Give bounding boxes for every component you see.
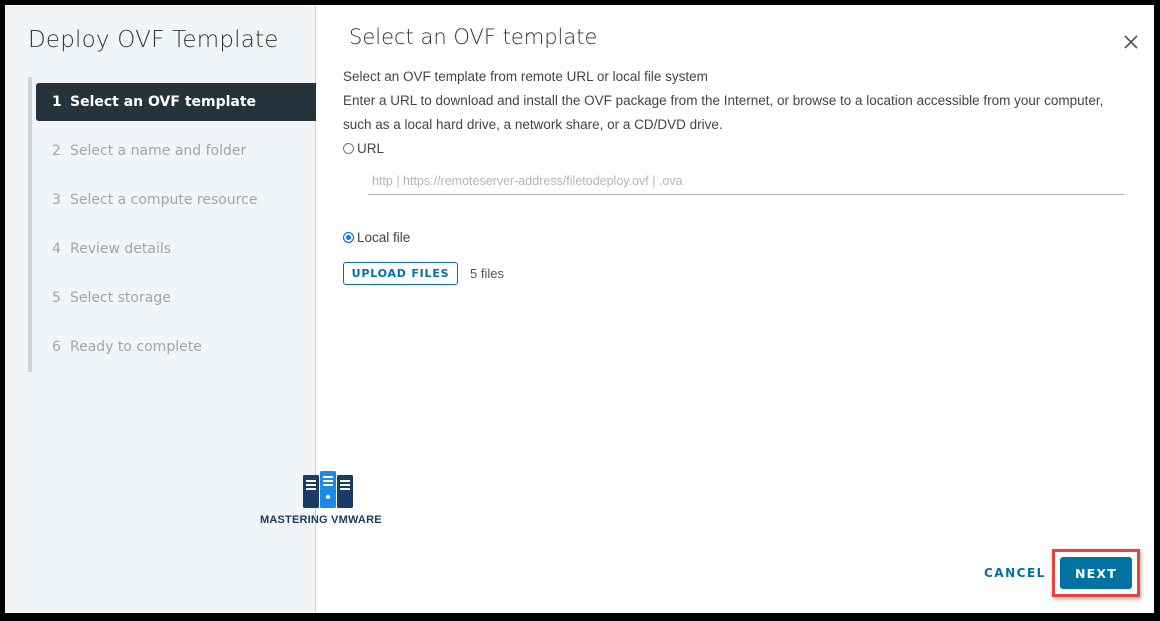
step-label: Select a compute resource <box>70 192 258 208</box>
step-number: 5 <box>52 290 61 306</box>
step-select-name-folder[interactable]: 2 Select a name and folder <box>36 132 316 170</box>
upload-files-button[interactable]: UPLOAD FILES <box>343 262 458 285</box>
close-icon <box>1124 35 1138 49</box>
deploy-ovf-dialog: Deploy OVF Template 1 Select an OVF temp… <box>5 5 1154 613</box>
close-button[interactable] <box>1122 33 1140 51</box>
url-option[interactable]: URL <box>343 141 384 156</box>
main-panel: Select an OVF template Select an OVF tem… <box>316 5 1154 613</box>
description-line-1: Select an OVF template from remote URL o… <box>343 69 708 84</box>
description: Select an OVF template from remote URL o… <box>343 65 1123 137</box>
page-title: Select an OVF template <box>349 25 598 49</box>
step-label: Select storage <box>70 290 171 306</box>
step-label: Review details <box>70 241 172 257</box>
url-radio-label: URL <box>357 141 385 156</box>
step-ready-to-complete[interactable]: 6 Ready to complete <box>36 328 316 366</box>
local-file-option[interactable]: Local file <box>343 230 410 245</box>
description-line-2: Enter a URL to download and install the … <box>343 93 1104 132</box>
local-file-radio[interactable] <box>343 232 354 243</box>
steps-rail <box>28 77 32 372</box>
next-button[interactable]: NEXT <box>1060 557 1132 589</box>
step-review-details[interactable]: 4 Review details <box>36 230 316 268</box>
next-button-highlight: NEXT <box>1052 549 1140 597</box>
step-number: 2 <box>52 143 61 159</box>
step-number: 6 <box>52 339 61 355</box>
cancel-button[interactable]: CANCEL <box>978 563 1048 583</box>
step-select-storage[interactable]: 5 Select storage <box>36 279 316 317</box>
url-radio[interactable] <box>343 143 354 154</box>
step-label: Ready to complete <box>70 339 202 355</box>
url-input[interactable] <box>368 168 1124 195</box>
step-select-ovf-template[interactable]: 1 Select an OVF template <box>36 83 316 121</box>
step-number: 1 <box>52 94 62 110</box>
step-select-compute-resource[interactable]: 3 Select a compute resource <box>36 181 316 219</box>
wizard-title: Deploy OVF Template <box>28 27 279 53</box>
step-label: Select a name and folder <box>70 143 247 159</box>
step-number: 3 <box>52 192 61 208</box>
wizard-steps: 1 Select an OVF template 2 Select a name… <box>36 83 316 377</box>
local-file-radio-label: Local file <box>357 230 411 245</box>
file-count: 5 files <box>470 266 504 281</box>
step-label: Select an OVF template <box>70 94 257 110</box>
step-number: 4 <box>52 241 61 257</box>
